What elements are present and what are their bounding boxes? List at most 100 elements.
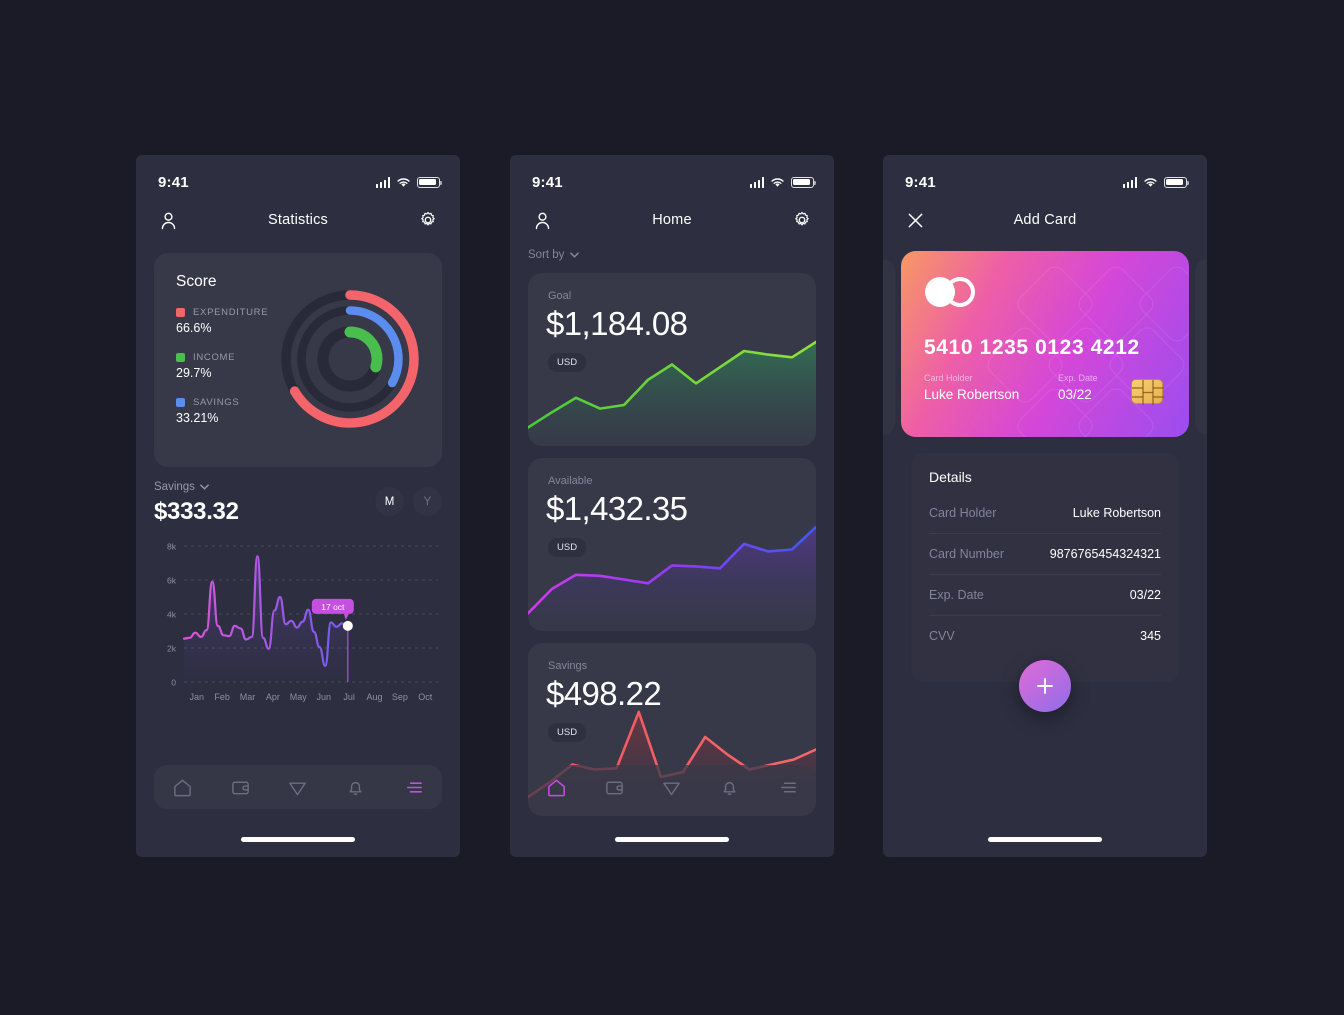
tab-statistics-icon[interactable] xyxy=(776,776,798,798)
savings-header: Savings $333.32 M Y xyxy=(136,467,460,526)
svg-text:Apr: Apr xyxy=(266,692,280,702)
status-bar: 9:41 xyxy=(883,155,1207,199)
detail-row-card-number[interactable]: Card Number 9876765454324321 xyxy=(929,534,1161,575)
period-toggle: M Y xyxy=(375,481,442,516)
carousel-card-previous[interactable] xyxy=(883,259,895,435)
tabbar-home xyxy=(528,765,816,809)
gear-icon[interactable] xyxy=(416,208,440,232)
status-bar: 9:41 xyxy=(136,155,460,199)
tab-statistics-icon[interactable] xyxy=(402,776,424,798)
gear-icon[interactable] xyxy=(790,208,814,232)
user-avatar-icon[interactable] xyxy=(156,208,180,232)
balance-card-label: Goal xyxy=(548,290,572,302)
svg-text:Aug: Aug xyxy=(366,692,382,702)
status-icons xyxy=(749,176,816,188)
phone-screen-add-card: 9:41 Add Card 5410 1235 0123 4212 Card H… xyxy=(883,155,1207,857)
balance-card-label: Available xyxy=(548,475,593,487)
card-holder-block: Card Holder Luke Robertson xyxy=(924,373,1019,402)
tab-bell-icon[interactable] xyxy=(719,776,741,798)
plus-icon xyxy=(1037,678,1053,694)
detail-value: 9876765454324321 xyxy=(1049,547,1161,561)
svg-text:Jan: Jan xyxy=(189,692,204,702)
page-title: Home xyxy=(652,212,692,228)
legend-swatch-income xyxy=(176,353,185,362)
svg-text:8k: 8k xyxy=(167,542,177,552)
savings-selector-label: Savings xyxy=(154,481,195,493)
tab-send-icon[interactable] xyxy=(287,776,309,798)
battery-full-icon xyxy=(791,176,816,188)
tab-send-icon[interactable] xyxy=(661,776,683,798)
period-button-month[interactable]: M xyxy=(375,487,404,516)
card-exp-label: Exp. Date xyxy=(1058,373,1098,383)
savings-selector[interactable]: Savings xyxy=(154,481,239,493)
detail-key: Card Holder xyxy=(929,506,997,520)
savings-line-chart[interactable]: 0 2k 4k 6k 8k Jan Feb Mar Apr May Jun Jul Aug Sep Oct 1… xyxy=(150,534,450,719)
home-indicator xyxy=(615,837,729,842)
svg-text:17 oct: 17 oct xyxy=(321,602,345,612)
svg-text:Oct: Oct xyxy=(418,692,433,702)
legend-swatch-savings xyxy=(176,398,185,407)
detail-key: Card Number xyxy=(929,547,1005,561)
page-title: Statistics xyxy=(267,212,328,228)
status-time: 9:41 xyxy=(532,173,563,191)
add-card-button[interactable] xyxy=(1019,660,1071,712)
detail-row-cvv[interactable]: CVV 345 xyxy=(929,616,1161,656)
user-avatar-icon[interactable] xyxy=(530,208,554,232)
tab-home-icon[interactable] xyxy=(546,776,568,798)
legend-swatch-expenditure xyxy=(176,308,185,317)
period-button-year[interactable]: Y xyxy=(413,487,442,516)
score-donut-chart xyxy=(272,281,428,437)
detail-row-card-holder[interactable]: Card Holder Luke Robertson xyxy=(929,493,1161,534)
battery-full-icon xyxy=(417,176,442,188)
tab-home-icon[interactable] xyxy=(172,776,194,798)
home-indicator xyxy=(241,837,355,842)
navbar-statistics: Statistics xyxy=(136,199,460,241)
cellular-bars-icon xyxy=(1122,177,1137,188)
card-number-display: 5410 1235 0123 4212 xyxy=(924,336,1140,359)
detail-value: 03/22 xyxy=(1129,588,1161,602)
emv-chip-icon xyxy=(1131,379,1164,405)
carousel-card-next[interactable] xyxy=(1195,259,1207,435)
wifi-icon xyxy=(397,177,410,187)
sort-by-control[interactable]: Sort by xyxy=(510,241,834,261)
close-icon[interactable] xyxy=(903,208,927,232)
sparkline-available xyxy=(528,513,816,631)
design-canvas: 9:41 Statistics Score EXPENDITURE 66.6% … xyxy=(0,0,1344,1015)
detail-key: CVV xyxy=(929,629,955,643)
svg-text:4k: 4k xyxy=(167,610,177,620)
page-title: Add Card xyxy=(1013,212,1077,228)
status-icons xyxy=(375,176,442,188)
chevron-down-icon xyxy=(200,484,209,490)
detail-value: 345 xyxy=(1140,629,1161,643)
status-time: 9:41 xyxy=(905,173,936,191)
detail-value: Luke Robertson xyxy=(1072,506,1161,520)
wifi-icon xyxy=(1144,177,1157,187)
tabbar-statistics xyxy=(154,765,442,809)
sort-by-label: Sort by xyxy=(528,249,565,261)
balance-card-label: Savings xyxy=(548,660,588,672)
credit-card-preview[interactable]: 5410 1235 0123 4212 Card Holder Luke Rob… xyxy=(901,251,1189,437)
card-carousel[interactable]: 5410 1235 0123 4212 Card Holder Luke Rob… xyxy=(883,251,1207,443)
svg-text:Jun: Jun xyxy=(316,692,331,702)
svg-text:Feb: Feb xyxy=(214,692,230,702)
phone-screen-home: 9:41 Home Sort by Goal $1,184.08 USD Ava… xyxy=(510,155,834,857)
tab-wallet-icon[interactable] xyxy=(229,776,251,798)
tab-wallet-icon[interactable] xyxy=(603,776,625,798)
balance-card-available[interactable]: Available $1,432.35 USD xyxy=(528,458,816,631)
balance-card-goal[interactable]: Goal $1,184.08 USD xyxy=(528,273,816,446)
chevron-down-icon xyxy=(570,252,580,258)
score-card: Score EXPENDITURE 66.6% INCOME 29.7% SAV… xyxy=(154,253,442,467)
svg-text:May: May xyxy=(290,692,308,702)
phone-screen-statistics: 9:41 Statistics Score EXPENDITURE 66.6% … xyxy=(136,155,460,857)
status-bar: 9:41 xyxy=(510,155,834,199)
card-exp-value: 03/22 xyxy=(1058,387,1092,402)
wifi-icon xyxy=(771,177,784,187)
detail-row-exp-date[interactable]: Exp. Date 03/22 xyxy=(929,575,1161,616)
legend-label-income: INCOME xyxy=(193,352,236,363)
battery-full-icon xyxy=(1164,176,1189,188)
tab-bell-icon[interactable] xyxy=(345,776,367,798)
svg-text:Jul: Jul xyxy=(343,692,355,702)
status-icons xyxy=(1122,176,1189,188)
mastercard-logo-icon xyxy=(925,277,979,307)
card-exp-block: Exp. Date 03/22 xyxy=(1058,373,1098,402)
